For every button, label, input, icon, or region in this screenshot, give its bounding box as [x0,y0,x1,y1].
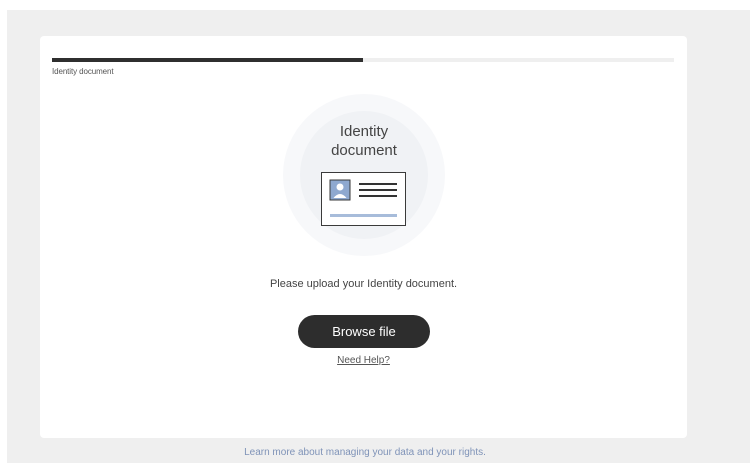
illustration-title-line1: Identity [339,123,389,140]
progress-fill [52,58,363,62]
illustration-title: Identity document [283,122,445,160]
progress-bar [52,58,674,62]
need-help-link[interactable]: Need Help? [337,355,390,366]
page: Identity document Identity document Plea… [0,0,750,463]
document-illustration: Identity document [283,94,445,256]
help-link-wrapper: Need Help? [40,355,687,366]
step-label: Identity document [52,67,114,76]
browse-file-button[interactable]: Browse file [298,315,430,348]
upload-card: Identity document Identity document Plea… [40,36,687,438]
upload-prompt: Please upload your Identity document. [269,278,458,290]
id-card-icon [321,172,406,226]
illustration-title-line2: document [331,142,397,159]
data-rights-link[interactable]: Learn more about managing your data and … [0,447,730,458]
